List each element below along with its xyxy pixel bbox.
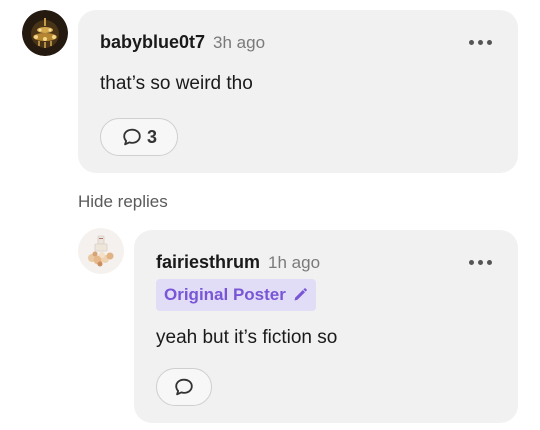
reply-text: yeah but it’s fiction so — [156, 327, 338, 348]
reply-more-options-button[interactable] — [469, 260, 492, 265]
reply-avatar[interactable] — [78, 228, 124, 274]
more-options-button[interactable] — [469, 40, 492, 45]
original-poster-badge: Original Poster — [156, 279, 316, 311]
comment-timestamp: 3h ago — [213, 33, 266, 52]
more-horizontal-icon — [469, 260, 474, 265]
speech-bubble-icon — [123, 128, 141, 146]
original-poster-label: Original Poster — [164, 285, 286, 304]
pencil-icon — [294, 288, 307, 301]
commenter-avatar[interactable] — [22, 10, 68, 56]
reply-to-reply-button[interactable] — [156, 368, 212, 406]
cake-avatar-icon — [78, 228, 124, 274]
comment-card: babyblue0t7 3h ago that’s so weird tho 3 — [78, 10, 518, 173]
more-horizontal-icon — [469, 40, 474, 45]
reply-count: 3 — [146, 126, 157, 147]
reply-header: fairiesthrum 1h ago — [156, 252, 320, 273]
reply-card: fairiesthrum 1h ago Original Poster yeah… — [134, 230, 518, 423]
reply-username[interactable]: fairiesthrum — [156, 252, 260, 273]
reply-button[interactable]: 3 — [100, 118, 178, 156]
hide-replies-link[interactable]: Hide replies — [78, 192, 168, 212]
speech-bubble-icon — [175, 378, 193, 396]
comment-username[interactable]: babyblue0t7 — [100, 32, 205, 53]
comment-header: babyblue0t7 3h ago — [100, 32, 265, 53]
reply-timestamp: 1h ago — [268, 253, 321, 272]
chandelier-avatar-icon — [22, 10, 68, 56]
comment-text: that’s so weird tho — [100, 73, 253, 94]
